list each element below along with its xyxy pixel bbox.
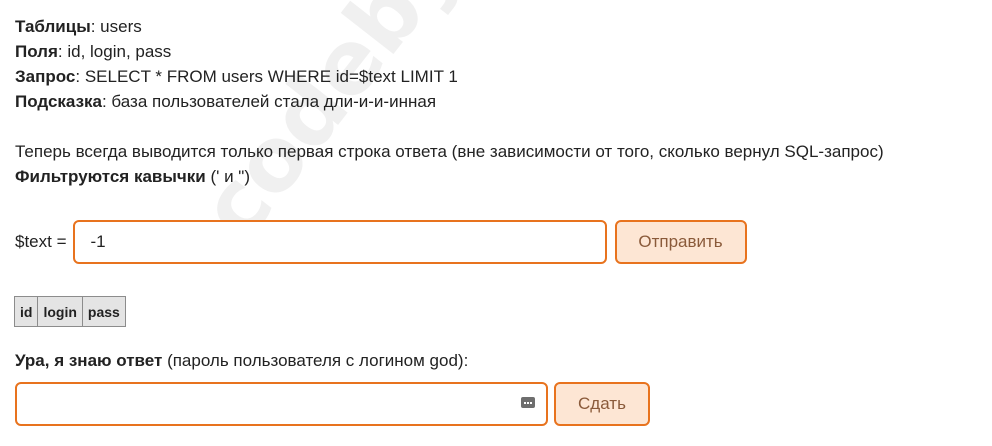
fields-line: Поля: id, login, pass: [15, 39, 992, 64]
answer-label: Ура, я знаю ответ: [15, 351, 163, 370]
fields-label: Поля: [15, 42, 58, 61]
submit-answer-button[interactable]: Сдать: [554, 382, 650, 426]
answer-input-wrap: [15, 382, 548, 426]
hint-label: Подсказка: [15, 92, 102, 111]
result-table: id login pass: [13, 296, 126, 327]
tables-label: Таблицы: [15, 17, 91, 36]
hint-value: : база пользователей стала дли-и-и-инная: [101, 92, 437, 111]
column-header-pass: pass: [81, 296, 126, 327]
filter-value: (' и "): [205, 167, 250, 186]
text-param-input[interactable]: [72, 220, 607, 264]
answer-input[interactable]: [15, 382, 548, 426]
column-header-id: id: [13, 296, 39, 327]
answer-prompt: Ура, я знаю ответ (пароль пользователя с…: [15, 348, 468, 373]
query-form: $text = Отправить: [15, 220, 747, 264]
query-label: Запрос: [15, 67, 76, 86]
answer-hint: (пароль пользователя с логином god):: [162, 351, 469, 370]
table-header-row: id login pass: [13, 296, 126, 327]
task-info: Таблицы: users Поля: id, login, pass Зап…: [15, 0, 992, 114]
query-value: : SELECT * FROM users WHERE id=$text LIM…: [75, 67, 458, 86]
password-key-icon[interactable]: [521, 397, 535, 408]
tables-line: Таблицы: users: [15, 14, 992, 39]
tables-value: : users: [90, 17, 142, 36]
answer-form: Сдать: [15, 382, 650, 426]
filter-label: Фильтруются кавычки: [15, 167, 206, 186]
filter-line: Фильтруются кавычки (' и "): [15, 164, 992, 189]
description-line: Теперь всегда выводится только первая ст…: [15, 142, 884, 161]
task-description: Теперь всегда выводится только первая ст…: [15, 139, 992, 189]
text-param-label: $text =: [15, 232, 67, 251]
column-header-login: login: [37, 296, 83, 327]
page: codeby.net Таблицы: users Поля: id, logi…: [0, 0, 992, 446]
query-line: Запрос: SELECT * FROM users WHERE id=$te…: [15, 64, 992, 89]
hint-line: Подсказка: база пользователей стала дли-…: [15, 89, 992, 114]
send-button[interactable]: Отправить: [614, 220, 747, 264]
task-content: Таблицы: users Поля: id, login, pass Зап…: [0, 0, 992, 189]
fields-value: : id, login, pass: [57, 42, 172, 61]
